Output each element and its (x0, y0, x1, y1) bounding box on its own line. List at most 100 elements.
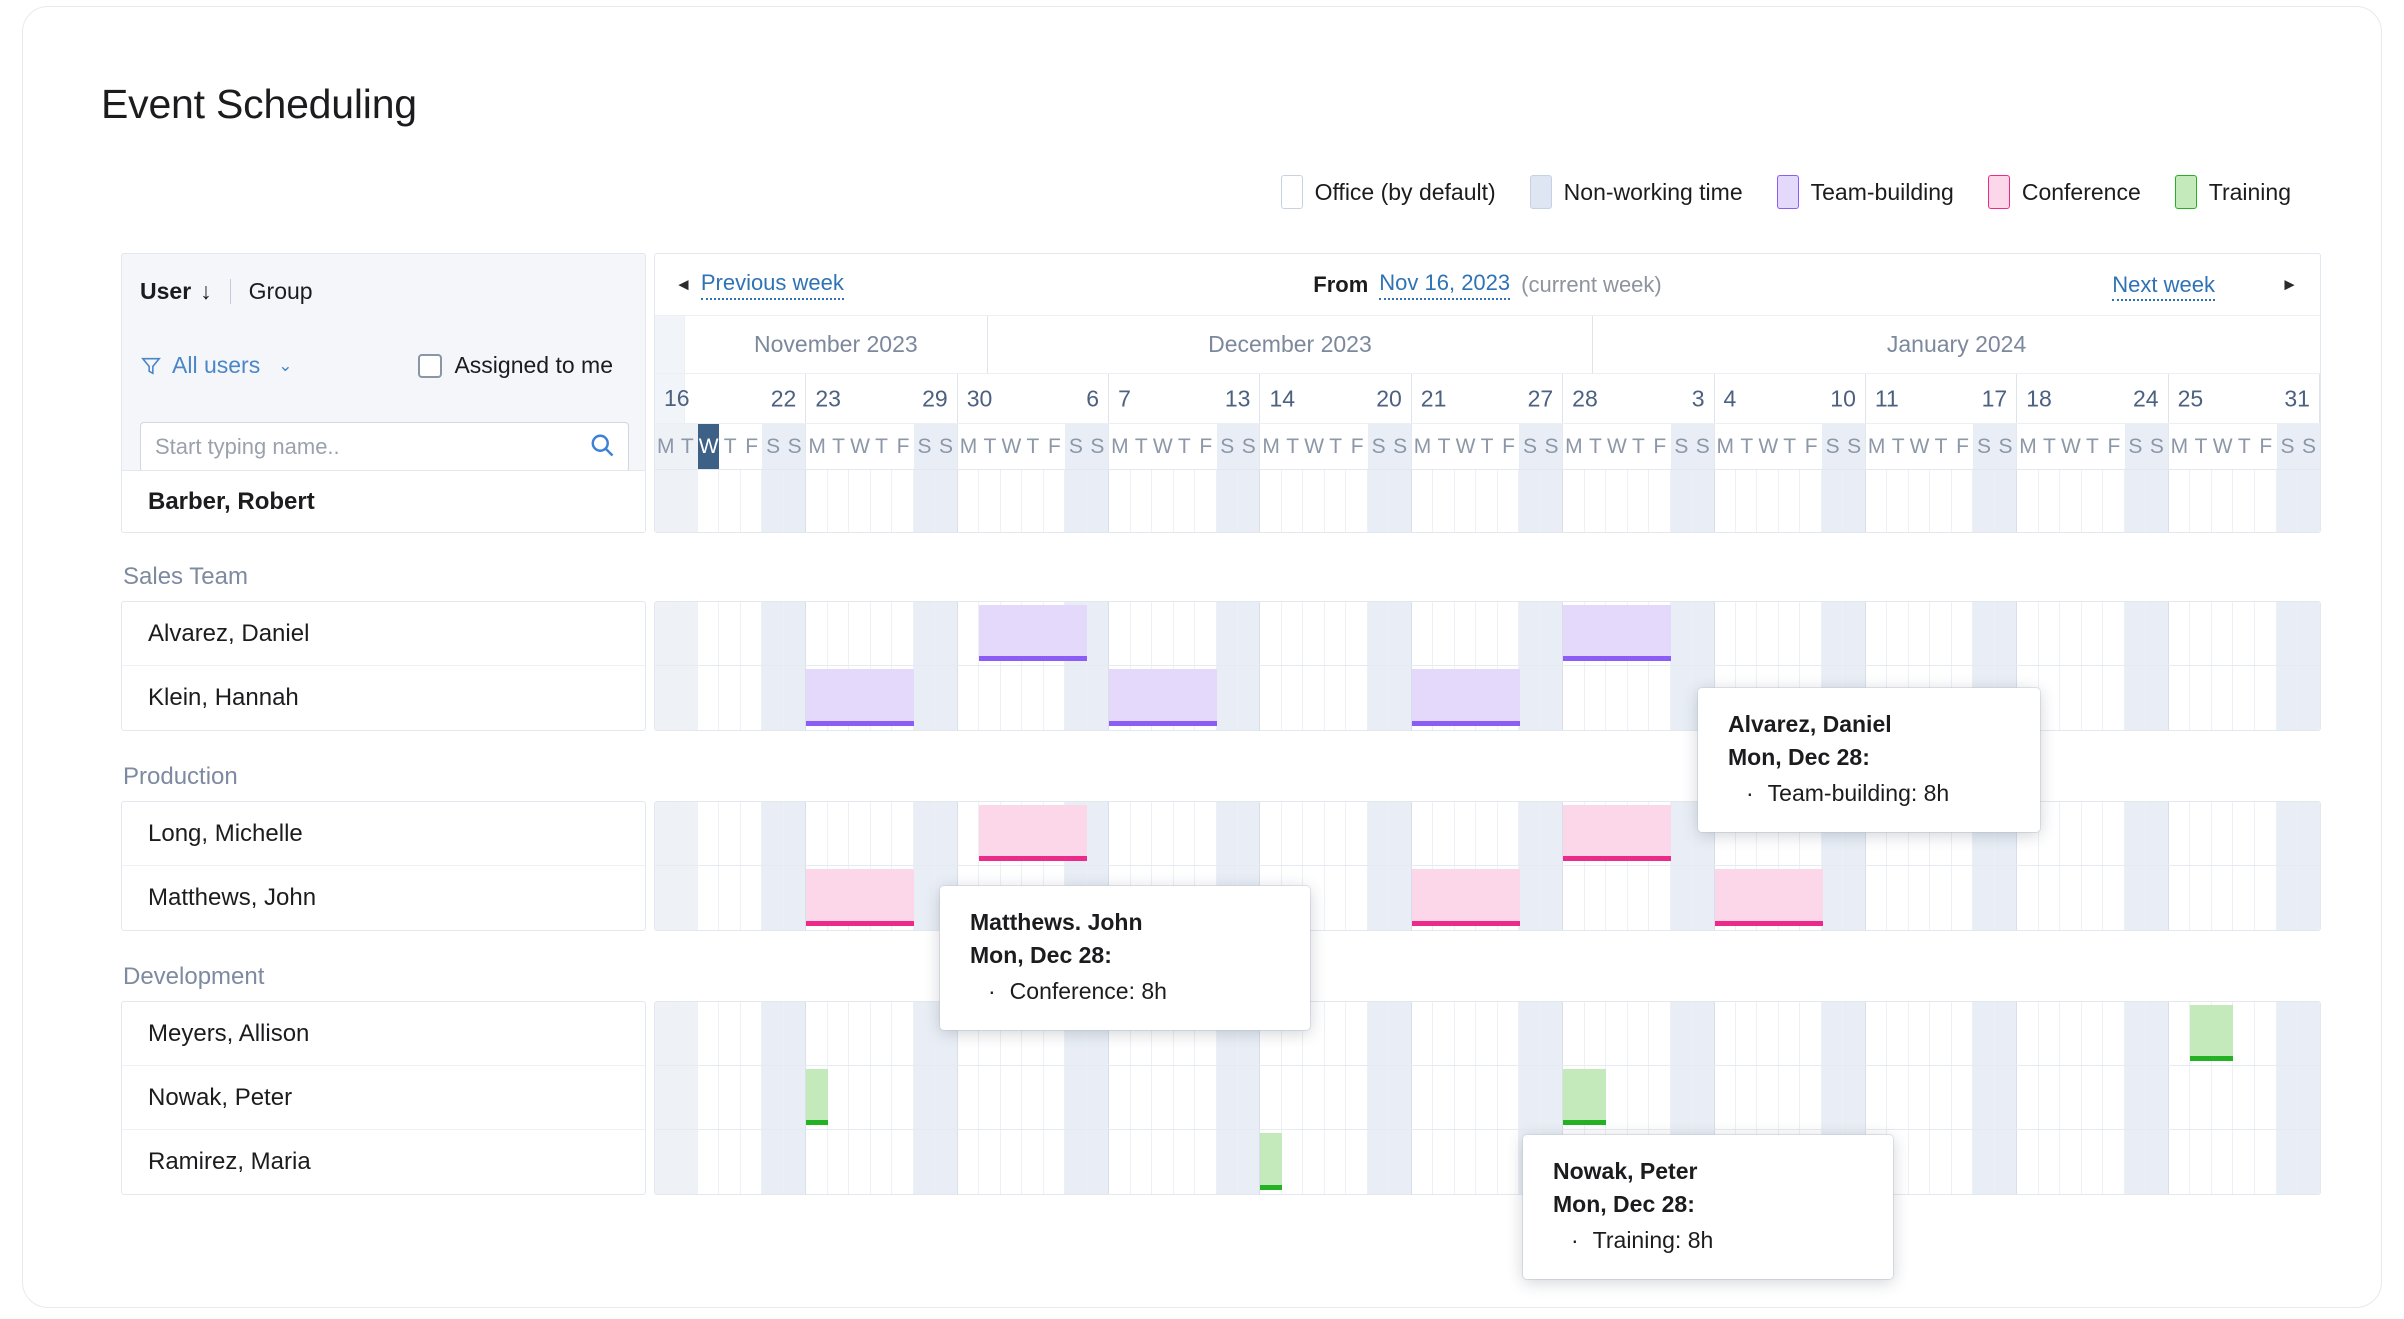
user-search-box[interactable] (140, 422, 629, 472)
day-cell[interactable] (1065, 470, 1087, 532)
next-week-label[interactable]: Next week (2112, 271, 2215, 301)
day-cell[interactable] (740, 470, 763, 532)
day-cell[interactable] (2168, 470, 2191, 532)
event-block[interactable] (1563, 805, 1672, 861)
day-cell[interactable] (1237, 470, 1260, 532)
day-cell[interactable] (1476, 470, 1498, 532)
all-users-filter[interactable]: All users ⌄ (140, 352, 292, 379)
day-cell[interactable] (2190, 470, 2212, 532)
selected-user-row[interactable]: Barber, Robert (122, 470, 645, 532)
day-cell[interactable] (1908, 470, 1931, 532)
user-name-row[interactable]: Meyers, Allison (122, 1002, 645, 1066)
day-cell[interactable] (849, 470, 871, 532)
day-cell[interactable] (1281, 470, 1304, 532)
day-cell[interactable] (1670, 470, 1693, 532)
event-block[interactable] (806, 869, 915, 926)
day-cell[interactable] (1367, 470, 1390, 532)
day-cell[interactable] (1454, 470, 1477, 532)
day-cell[interactable] (1433, 470, 1455, 532)
day-cell[interactable] (1973, 470, 1995, 532)
event-block[interactable] (1563, 605, 1672, 661)
day-cell[interactable] (870, 470, 893, 532)
event-block[interactable] (979, 805, 1088, 861)
day-cell[interactable] (1800, 470, 1822, 532)
day-cell[interactable] (1324, 470, 1347, 532)
day-cell[interactable] (892, 470, 914, 532)
right-triangle-icon[interactable]: ► (2281, 275, 2298, 295)
day-cell[interactable] (1994, 470, 2017, 532)
day-cell[interactable] (1757, 470, 1779, 532)
day-cell[interactable] (1649, 470, 1671, 532)
day-cell[interactable] (1714, 470, 1736, 532)
day-cell[interactable] (2103, 470, 2125, 532)
day-cell[interactable] (2124, 470, 2147, 532)
day-cell[interactable] (1303, 470, 1325, 532)
day-cell[interactable] (1540, 470, 1563, 532)
event-block[interactable] (1563, 1069, 1607, 1125)
day-cell[interactable] (719, 470, 741, 532)
user-name-row[interactable]: Ramirez, Maria (122, 1130, 645, 1194)
search-icon[interactable] (588, 431, 616, 464)
day-cell[interactable] (1778, 470, 1801, 532)
from-date-link[interactable]: Nov 16, 2023 (1379, 270, 1511, 300)
day-cell[interactable] (783, 470, 806, 532)
day-cell[interactable] (1022, 470, 1044, 532)
search-input[interactable] (153, 433, 588, 461)
day-cell[interactable] (1627, 470, 1650, 532)
day-cell[interactable] (1887, 470, 1909, 532)
event-block[interactable] (1714, 869, 1823, 926)
day-cell[interactable] (1000, 470, 1023, 532)
user-name-row[interactable]: Nowak, Peter (122, 1066, 645, 1130)
day-cell[interactable] (913, 470, 936, 532)
day-cell[interactable] (2081, 470, 2104, 532)
sort-down-icon[interactable]: ↓ (200, 278, 212, 305)
day-cell[interactable] (935, 470, 957, 532)
day-cell[interactable] (1152, 470, 1174, 532)
day-cell[interactable] (957, 470, 980, 532)
day-cell[interactable] (1821, 470, 1844, 532)
user-name-row[interactable]: Klein, Hannah (122, 666, 645, 730)
assigned-to-me-checkbox[interactable] (418, 353, 443, 378)
event-block[interactable] (1411, 869, 1520, 926)
day-cell[interactable] (1563, 470, 1585, 532)
day-cell[interactable] (1865, 470, 1888, 532)
day-cell[interactable] (1930, 470, 1952, 532)
day-cell[interactable] (1951, 470, 1974, 532)
day-cell[interactable] (1043, 470, 1066, 532)
day-cell[interactable] (2146, 470, 2168, 532)
user-tab[interactable]: User (140, 278, 191, 305)
day-cell[interactable] (2038, 470, 2061, 532)
day-cell[interactable] (1195, 470, 1217, 532)
day-cell[interactable] (2060, 470, 2082, 532)
next-week-button[interactable]: Next week (2112, 271, 2215, 301)
day-cell[interactable] (1584, 470, 1607, 532)
day-cell[interactable] (1389, 470, 1411, 532)
day-cell[interactable] (2233, 470, 2256, 532)
day-cell[interactable] (2298, 470, 2320, 532)
day-cell[interactable] (1109, 470, 1131, 532)
day-cell[interactable] (1736, 470, 1758, 532)
day-cell[interactable] (827, 470, 850, 532)
day-cell[interactable] (1216, 470, 1238, 532)
user-name-row[interactable]: Matthews, John (122, 866, 645, 930)
day-cell[interactable] (676, 470, 698, 532)
day-cell[interactable] (2276, 470, 2299, 532)
day-cell[interactable] (2211, 470, 2234, 532)
event-block[interactable] (2190, 1005, 2234, 1061)
day-cell[interactable] (697, 470, 720, 532)
user-name-row[interactable]: Long, Michelle (122, 802, 645, 866)
assigned-to-me-toggle[interactable]: Assigned to me (418, 352, 613, 379)
day-cell[interactable] (762, 470, 784, 532)
day-cell[interactable] (1497, 470, 1520, 532)
event-block[interactable] (806, 669, 915, 726)
day-cell[interactable] (979, 470, 1001, 532)
day-cell[interactable] (1843, 470, 1865, 532)
event-block[interactable] (1109, 669, 1218, 726)
day-cell[interactable] (1173, 470, 1196, 532)
day-cell[interactable] (1130, 470, 1153, 532)
day-cell[interactable] (806, 470, 828, 532)
event-block[interactable] (979, 605, 1088, 661)
day-cell[interactable] (2017, 470, 2039, 532)
event-block[interactable] (1411, 669, 1520, 726)
day-cell[interactable] (1346, 470, 1368, 532)
